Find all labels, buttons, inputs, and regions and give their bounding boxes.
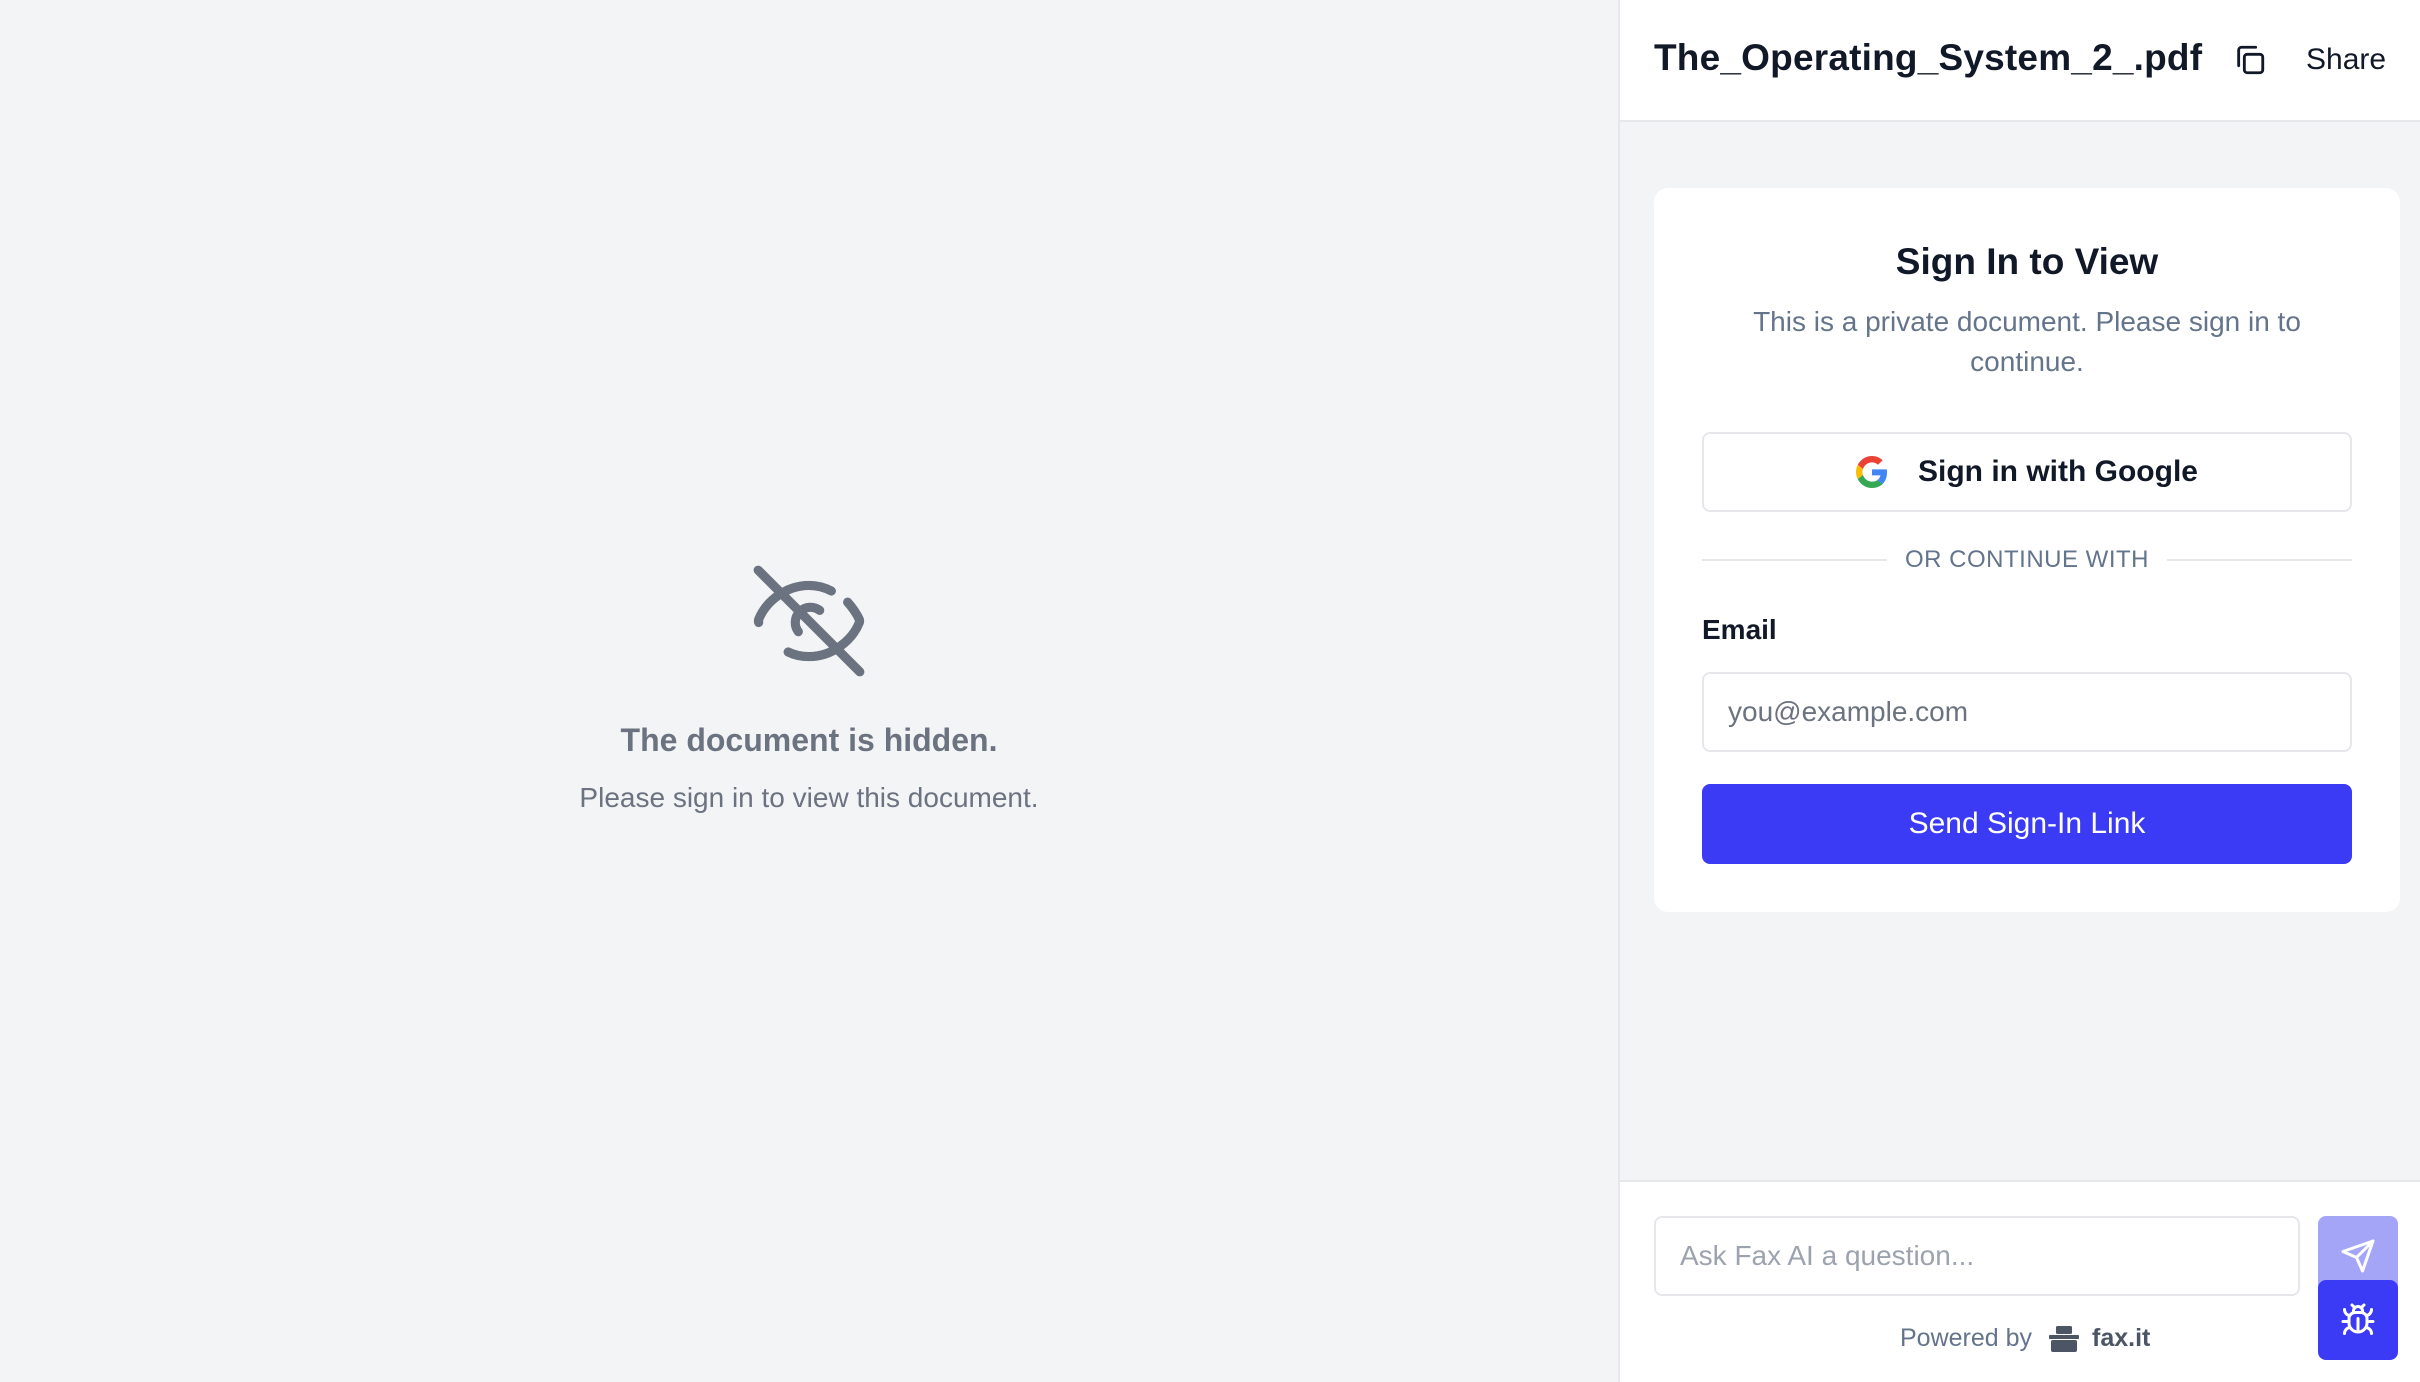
sign-in-description: This is a private document. Please sign … <box>1753 306 2301 377</box>
panel-header: The_Operating_System_2_.pdf Share <box>1620 0 2420 122</box>
divider-line-right <box>2167 559 2353 561</box>
send-sign-in-link-button[interactable]: Send Sign-In Link <box>1702 784 2352 864</box>
report-bug-button[interactable] <box>2318 1280 2398 1360</box>
or-divider: OR CONTINUE WITH <box>1702 540 2353 580</box>
document-viewer: The document is hidden. Please sign in t… <box>0 0 1618 1382</box>
bug-icon <box>2341 1303 2375 1335</box>
brand-name[interactable]: fax.it <box>2092 1324 2150 1353</box>
ask-ai-bar: Powered by fax.it <box>1620 1180 2420 1382</box>
powered-by-label: Powered by <box>1900 1324 2033 1352</box>
hidden-title: The document is hidden. <box>620 722 998 758</box>
google-logo-icon <box>1856 456 1887 488</box>
divider-line-left <box>1702 559 1888 561</box>
copy-icon <box>2237 45 2265 75</box>
side-panel: The_Operating_System_2_.pdf Share Sign I… <box>1618 0 2420 1382</box>
ask-ai-input[interactable] <box>1654 1216 2300 1296</box>
sign-in-card: Sign In to View This is a private docume… <box>1654 188 2400 912</box>
share-button[interactable]: Share <box>2290 38 2402 82</box>
hidden-document-notice: The document is hidden. Please sign in t… <box>0 560 1618 816</box>
hidden-subtitle: Please sign in to view this document. <box>579 782 1039 813</box>
google-sign-in-button[interactable]: Sign in with Google <box>1702 432 2352 512</box>
send-icon <box>2341 1239 2375 1273</box>
powered-by: Powered by fax.it <box>1900 1324 2150 1353</box>
fax-logo-icon <box>2049 1325 2080 1352</box>
divider-label: OR CONTINUE WITH <box>1905 546 2149 573</box>
eye-off-icon <box>753 565 865 677</box>
sign-in-title: Sign In to View <box>1895 241 2159 282</box>
copy-button[interactable] <box>2228 38 2272 82</box>
document-title: The_Operating_System_2_.pdf <box>1654 37 2203 78</box>
google-button-label: Sign in with Google <box>1918 455 2198 488</box>
email-field[interactable] <box>1702 672 2352 752</box>
email-label: Email <box>1702 614 1777 645</box>
